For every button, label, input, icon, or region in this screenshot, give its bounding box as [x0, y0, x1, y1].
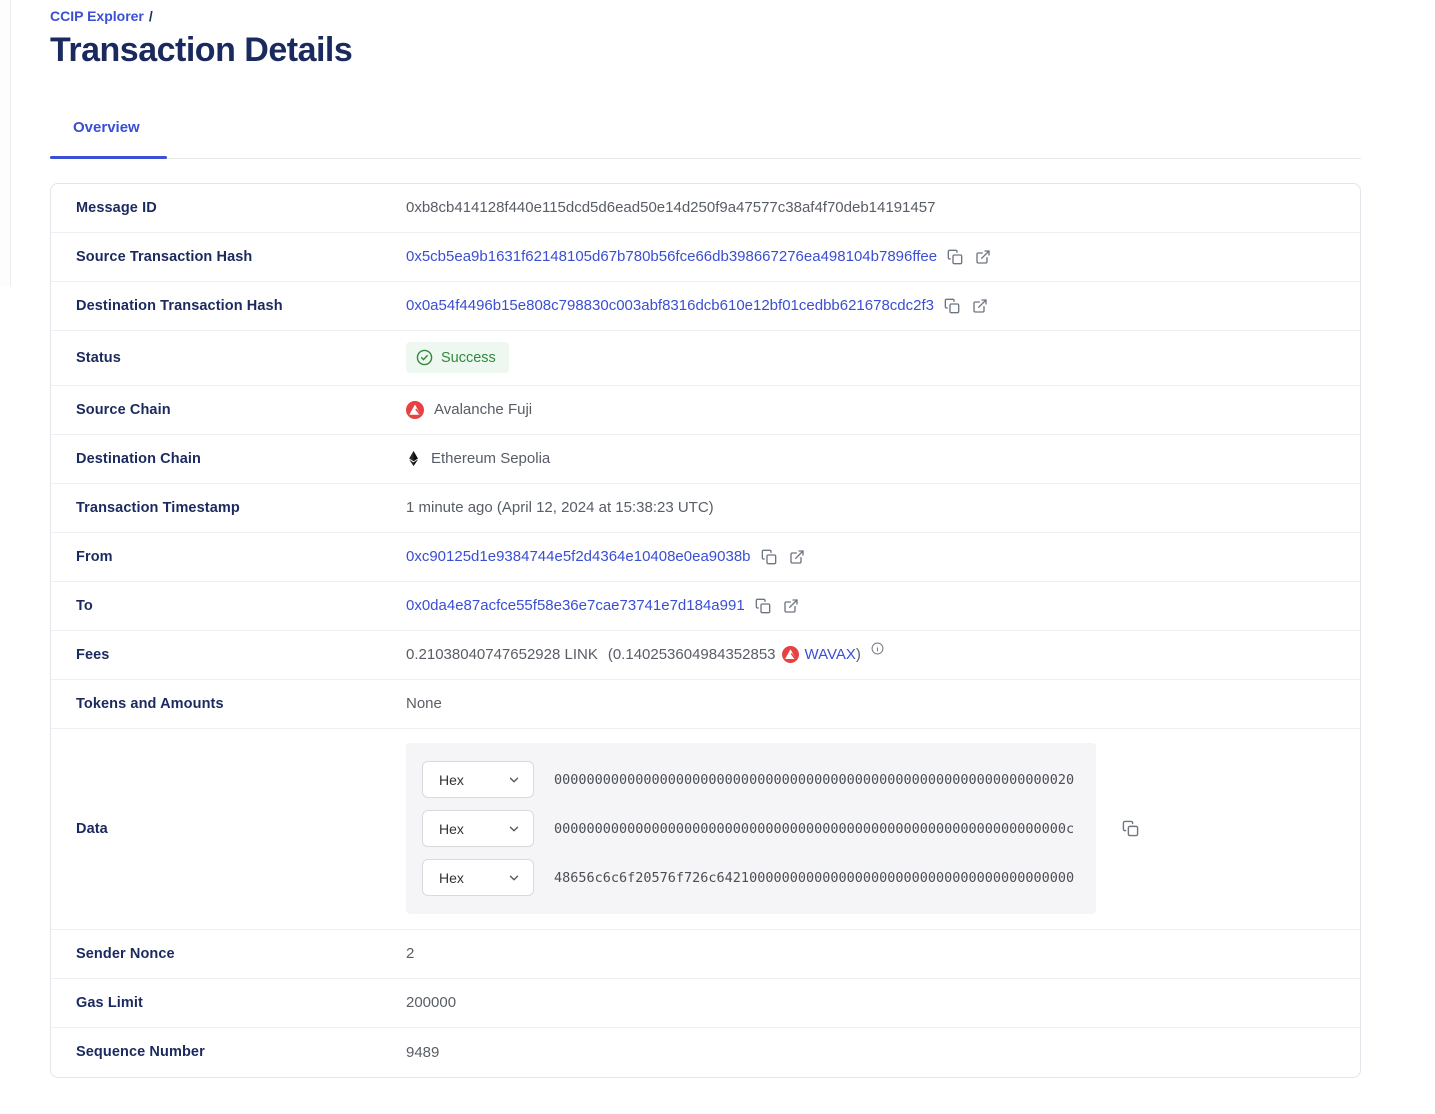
copy-icon[interactable] — [753, 596, 773, 616]
row-data: Data Hex 0000000000000000000000000000000… — [51, 729, 1360, 930]
source-tx-hash-link[interactable]: 0x5cb5ea9b1631f62148105d67b780b56fce66db… — [406, 248, 937, 265]
data-hex-value: 0000000000000000000000000000000000000000… — [554, 821, 1074, 837]
encoding-select-value: Hex — [439, 870, 464, 886]
dest-tx-hash-label: Destination Transaction Hash — [51, 298, 406, 314]
copy-icon[interactable] — [942, 296, 962, 316]
breadcrumb-separator: / — [149, 8, 153, 24]
encoding-select-value: Hex — [439, 821, 464, 837]
sequence-number-label: Sequence Number — [51, 1044, 406, 1060]
encoding-select-value: Hex — [439, 772, 464, 788]
dest-chain-label: Destination Chain — [51, 451, 406, 467]
encoding-select[interactable]: Hex — [422, 810, 534, 847]
timestamp-label: Transaction Timestamp — [51, 500, 406, 516]
tokens-amounts-value: None — [406, 695, 442, 712]
transaction-details-card: Message ID 0xb8cb414128f440e115dcd5d6ead… — [50, 183, 1361, 1078]
data-hex-value: 0000000000000000000000000000000000000000… — [554, 772, 1074, 788]
fees-converted-prefix: (0.140253604984352853 — [608, 646, 776, 663]
data-hex-box: Hex 000000000000000000000000000000000000… — [406, 743, 1096, 914]
row-dest-chain: Destination Chain Ethereum Sepolia — [51, 435, 1360, 484]
timestamp-value: 1 minute ago (April 12, 2024 at 15:38:23… — [406, 499, 714, 516]
breadcrumb: CCIP Explorer / — [50, 0, 1361, 24]
external-link-icon[interactable] — [787, 547, 807, 567]
gas-limit-value: 200000 — [406, 994, 456, 1011]
status-badge: Success — [406, 342, 509, 373]
tokens-amounts-label: Tokens and Amounts — [51, 696, 406, 712]
data-line: Hex 000000000000000000000000000000000000… — [422, 810, 1080, 847]
fees-wavax-symbol[interactable]: WAVAX — [805, 646, 856, 663]
from-label: From — [51, 549, 406, 565]
breadcrumb-ccip-explorer-link[interactable]: CCIP Explorer — [50, 8, 144, 24]
sender-nonce-value: 2 — [406, 945, 414, 962]
fees-link-amount: 0.21038040747652928 LINK — [406, 646, 598, 663]
chevron-down-icon — [507, 871, 521, 885]
external-link-icon[interactable] — [781, 596, 801, 616]
dest-tx-hash-link[interactable]: 0x0a54f4496b15e808c798830c003abf8316dcb6… — [406, 297, 934, 314]
source-chain-label: Source Chain — [51, 402, 406, 418]
to-label: To — [51, 598, 406, 614]
message-id-value: 0xb8cb414128f440e115dcd5d6ead50e14d250f9… — [406, 199, 935, 216]
transaction-details-page: CCIP Explorer / Transaction Details Overv… — [50, 0, 1361, 1078]
status-label: Status — [51, 350, 406, 366]
copy-icon[interactable] — [945, 247, 965, 267]
chevron-down-icon — [507, 773, 521, 787]
dest-chain-value: Ethereum Sepolia — [431, 450, 550, 467]
sender-nonce-label: Sender Nonce — [51, 946, 406, 962]
data-line: Hex 48656c6c6f20576f726c6421000000000000… — [422, 859, 1080, 896]
gas-limit-label: Gas Limit — [51, 995, 406, 1011]
sequence-number-value: 9489 — [406, 1044, 439, 1061]
encoding-select[interactable]: Hex — [422, 859, 534, 896]
tab-overview[interactable]: Overview — [50, 119, 163, 158]
row-source-chain: Source Chain Avalanche Fuji — [51, 386, 1360, 435]
row-source-tx-hash: Source Transaction Hash 0x5cb5ea9b1631f6… — [51, 233, 1360, 282]
message-id-label: Message ID — [51, 200, 406, 216]
row-status: Status Success — [51, 331, 1360, 386]
row-to: To 0x0da4e87acfce55f58e36e7cae73741e7d18… — [51, 582, 1360, 631]
page-title: Transaction Details — [50, 30, 1361, 71]
copy-icon[interactable] — [759, 547, 779, 567]
check-circle-icon — [416, 349, 433, 366]
copy-icon[interactable] — [1120, 819, 1140, 839]
external-link-icon[interactable] — [973, 247, 993, 267]
fees-label: Fees — [51, 647, 406, 663]
tab-active-indicator — [50, 156, 167, 159]
chevron-down-icon — [507, 822, 521, 836]
from-address-link[interactable]: 0xc90125d1e9384744e5f2d4364e10408e0ea903… — [406, 548, 751, 565]
row-timestamp: Transaction Timestamp 1 minute ago (Apri… — [51, 484, 1360, 533]
fees-converted-suffix: ) — [856, 646, 861, 663]
avalanche-icon — [406, 401, 424, 419]
status-badge-text: Success — [441, 350, 496, 366]
data-line: Hex 000000000000000000000000000000000000… — [422, 761, 1080, 798]
data-hex-value: 48656c6c6f20576f726c64210000000000000000… — [554, 870, 1074, 886]
row-tokens-amounts: Tokens and Amounts None — [51, 680, 1360, 729]
row-dest-tx-hash: Destination Transaction Hash 0x0a54f4496… — [51, 282, 1360, 331]
tab-bar: Overview — [50, 119, 1361, 159]
encoding-select[interactable]: Hex — [422, 761, 534, 798]
data-label: Data — [51, 821, 406, 837]
source-tx-hash-label: Source Transaction Hash — [51, 249, 406, 265]
ethereum-icon — [406, 450, 421, 467]
left-rail-divider — [0, 0, 11, 286]
row-sequence-number: Sequence Number 9489 — [51, 1028, 1360, 1077]
row-fees: Fees 0.21038040747652928 LINK (0.1402536… — [51, 631, 1360, 680]
external-link-icon[interactable] — [970, 296, 990, 316]
row-message-id: Message ID 0xb8cb414128f440e115dcd5d6ead… — [51, 184, 1360, 233]
row-from: From 0xc90125d1e9384744e5f2d4364e10408e0… — [51, 533, 1360, 582]
info-icon[interactable] — [871, 642, 884, 655]
to-address-link[interactable]: 0x0da4e87acfce55f58e36e7cae73741e7d184a9… — [406, 597, 745, 614]
row-gas-limit: Gas Limit 200000 — [51, 979, 1360, 1028]
row-sender-nonce: Sender Nonce 2 — [51, 930, 1360, 979]
source-chain-value: Avalanche Fuji — [434, 401, 532, 418]
avalanche-icon — [782, 646, 799, 663]
